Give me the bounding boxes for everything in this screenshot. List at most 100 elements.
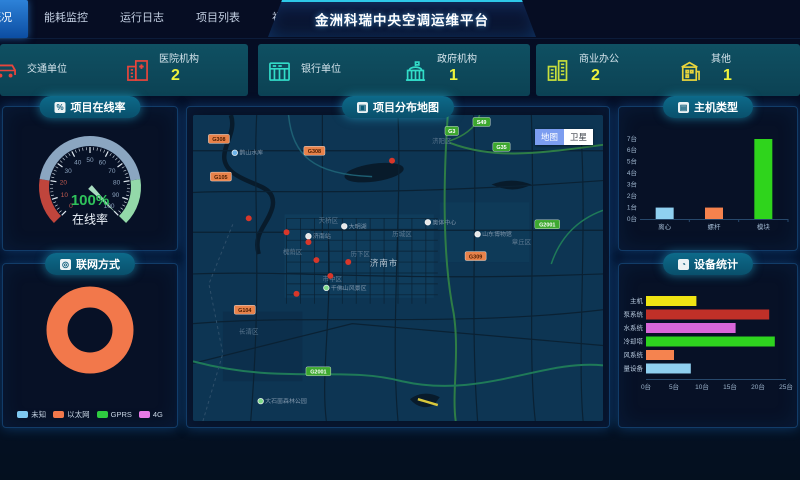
map-poi-label: 大石崮森林公园 [265,397,307,405]
government-icon [402,57,429,84]
map-poi-label: 奥体中心 [432,218,456,226]
stat-item: 其他1 [668,54,800,87]
stat-item: 商业办公2 [536,54,668,87]
map-poi-label: 千佛山风景区 [331,284,367,292]
panel-project-map-title: ▣ 项目分布地图 [342,96,454,118]
map-road-badge-label: G104 [238,308,251,314]
top-nav: 概况能耗监控运行日志项目列表视频监控 金洲科瑞中央空调运维平台 [0,0,800,39]
stat-item: 医院机构2 [116,54,248,87]
center-column: ▣ 项目分布地图 [186,106,610,428]
left-column: % 项目在线率 ◎ 联网方式 未知 以太网 GPRS 4G [2,106,178,428]
map-project-marker[interactable] [294,291,300,297]
map-poi-label: 大明湖 [349,222,367,230]
map-poi-dot [425,220,431,226]
device-stats-hbar-chart[interactable] [620,292,796,406]
map-poi-label: 鹊山水库 [239,149,263,157]
nav-tab[interactable]: 运行日志 [104,0,180,38]
stat-label: 交通单位 [27,64,67,77]
host-type-bar-chart[interactable] [620,127,796,239]
map-poi-label: 济南站 [313,232,331,240]
map-poi-dot [232,150,238,156]
map-poi-dot [341,223,347,229]
map-district-label: 长清区 [239,327,259,336]
legend-swatch [139,411,150,418]
panel-host-type: ▤ 主机类型 [618,106,798,251]
map-road-badge-label: G2001 [539,222,555,228]
globe-icon: ◎ [60,259,71,270]
legend-label: 以太网 [67,409,90,420]
hospital-icon [124,57,151,84]
map-district-label: 槐荫区 [283,247,303,256]
office-icon [544,57,571,84]
stat-label: 其他 [711,54,732,67]
map-project-marker[interactable] [389,158,395,164]
map-project-marker[interactable] [313,257,319,263]
main-content: % 项目在线率 ◎ 联网方式 未知 以太网 GPRS 4G ▣ 项目分布地图 [2,106,798,428]
stat-card: 商业办公2 其他1 [536,44,800,96]
map-project-marker[interactable] [305,239,311,245]
stat-value: 2 [171,66,199,86]
app-title-box: 金洲科瑞中央空调运维平台 [268,0,536,37]
map-poi-label: 山东博物馆 [482,230,512,238]
map-svg: 天桥区槐荫区历下区市中区历城区长清区章丘区济阳区济南市鹊山水库济南站大明湖奥体中… [193,115,603,421]
stat-text: 交通单位 [27,64,67,77]
legend-item[interactable]: 以太网 [53,409,90,420]
panel-title-text: 主机类型 [694,99,738,115]
stat-item: 政府机构1 [394,54,530,87]
map-road-badge-label: G35 [496,145,506,151]
stat-card: 交通单位 医院机构2 [0,44,248,96]
stat-item: 交通单位 [0,57,116,84]
online-rate-gauge-chart[interactable] [4,123,176,243]
cpu-icon: ▤ [678,102,689,113]
map-mode-button-satellite[interactable]: 卫星 [564,129,593,145]
map-type-toggle: 地图卫星 [535,129,593,145]
legend-item[interactable]: 未知 [17,409,46,420]
nav-tab[interactable]: 项目列表 [180,0,256,38]
map-district-label: 章丘区 [512,237,532,246]
stat-cards: 交通单位医院机构2银行单位政府机构1商业办公2其他1 [0,44,800,96]
map-canvas[interactable]: 天桥区槐荫区历下区市中区历城区长清区章丘区济阳区济南市鹊山水库济南站大明湖奥体中… [193,115,603,421]
nav-tab[interactable]: 概况 [0,0,28,38]
legend-item[interactable]: 4G [139,409,163,420]
panel-host-type-title: ▤ 主机类型 [663,96,753,118]
right-column: ▤ 主机类型 ◔ 设备统计 [618,106,798,428]
panel-title-text: 设备统计 [694,256,738,272]
network-mode-donut-chart[interactable] [4,280,176,384]
map-project-marker[interactable] [246,215,252,221]
map-road-badge-label: S49 [477,120,487,126]
panel-network-mode-title: ◎ 联网方式 [45,253,135,275]
stat-item: 银行单位 [258,57,394,84]
legend-item[interactable]: GPRS [97,409,132,420]
legend-label: 未知 [31,409,46,420]
stat-value: 2 [591,66,619,86]
nav-tab[interactable]: 能耗监控 [28,0,104,38]
panel-title-text: 项目在线率 [71,99,126,115]
stat-value: 1 [723,66,732,86]
stat-text: 银行单位 [301,64,341,77]
stat-text: 政府机构1 [437,54,477,87]
panel-title-text: 项目分布地图 [373,99,439,115]
map-district-label: 历城区 [392,230,412,238]
stat-label: 医院机构 [159,54,199,67]
stat-text: 商业办公2 [579,54,619,87]
map-pin-icon: ▣ [357,102,368,113]
legend-swatch [17,411,28,418]
stat-label: 商业办公 [579,54,619,67]
map-poi-dot [306,233,312,239]
link-icon: % [55,102,66,113]
map-poi-dot [475,231,481,237]
map-mode-button-map[interactable]: 地图 [535,129,564,145]
map-project-marker[interactable] [345,259,351,265]
panel-online-rate: % 项目在线率 [2,106,178,251]
map-road-badge-label: G2001 [310,370,326,376]
stat-label: 银行单位 [301,64,341,77]
map-project-marker[interactable] [327,273,333,279]
stats-icon: ◔ [678,259,689,270]
map-project-marker[interactable] [284,229,290,235]
map-city-label: 济南市 [370,258,398,268]
map-road-badge-label: G308 [308,149,321,155]
map-district-label: 历下区 [350,250,370,258]
bank-icon [266,57,293,84]
app-title: 金洲科瑞中央空调运维平台 [315,9,489,29]
legend-swatch [53,411,64,418]
